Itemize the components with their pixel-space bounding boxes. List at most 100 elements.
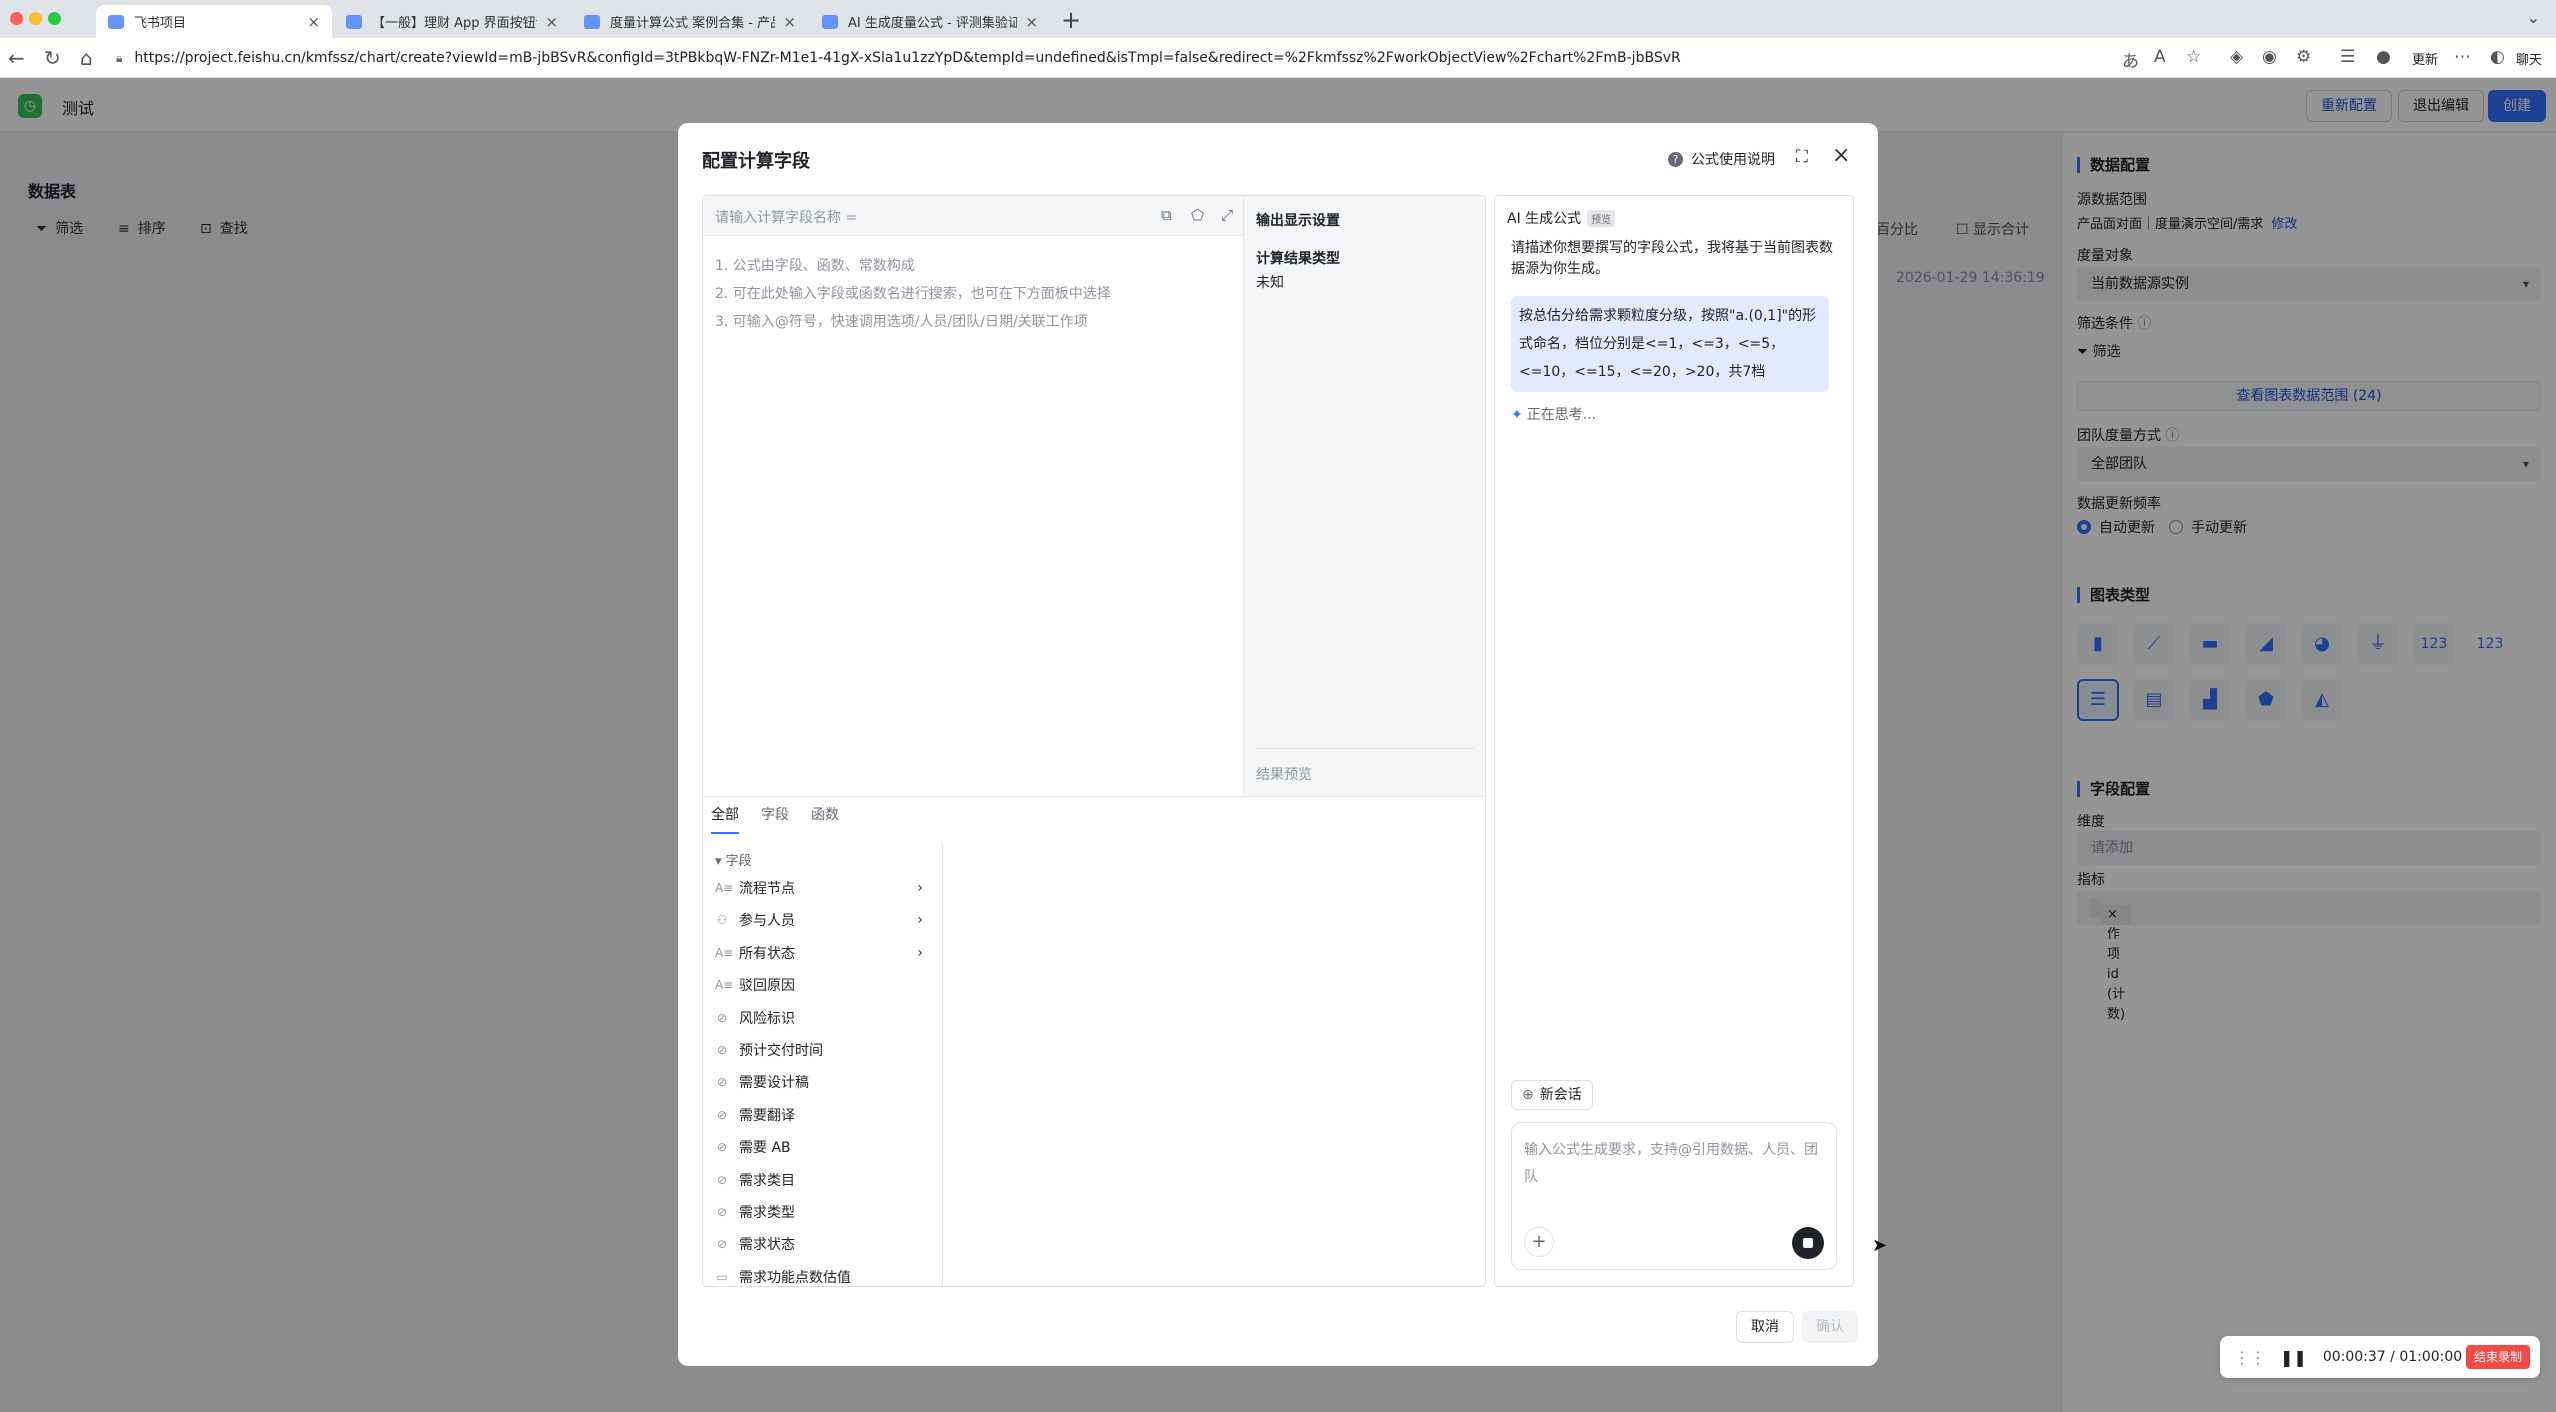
field-name-input[interactable]: 请输入计算字段名称 = — [715, 207, 857, 227]
option-field-icon: ⊘ — [716, 1075, 728, 1090]
field-list-item[interactable]: ⊘ 需要设计稿 — [715, 1066, 935, 1098]
browser-tab[interactable]: 飞书项目 × — [96, 5, 332, 38]
field-list-item[interactable]: A≡ 所有状态 › — [715, 937, 935, 969]
field-list-item[interactable]: ⊘ 风险标识 — [715, 1002, 935, 1034]
chat-button[interactable]: 聊天 — [2516, 49, 2542, 68]
result-type-value: 未知 — [1256, 275, 1284, 291]
copilot-icon[interactable]: ◐ — [2490, 47, 2505, 67]
formula-help-link[interactable]: ? 公式使用说明 — [1668, 149, 1775, 169]
field-list-item[interactable]: A≡ 驳回原因 — [715, 969, 935, 1001]
pause-icon[interactable]: ❚❚ — [2280, 1348, 2307, 1367]
field-label: 需求功能点数估值 — [739, 1269, 851, 1286]
stop-icon — [1803, 1238, 1813, 1248]
back-icon[interactable]: ← — [8, 46, 25, 70]
calculated-field-dialog: 配置计算字段 ? 公式使用说明 ⛶ × 请输入计算字段名称 = ⧉ ⬠ ⤢ 1. … — [678, 123, 1878, 1366]
field-list-item[interactable]: ⊘ 需求类目 — [715, 1164, 935, 1196]
more-icon[interactable]: ⋯ — [2454, 47, 2471, 67]
new-chat-button[interactable]: ⊕ 新会话 — [1511, 1080, 1593, 1110]
url-field[interactable]: 🔒︎ https://project.feishu.cn/kmfssz/char… — [116, 44, 2116, 72]
lock-icon: 🔒︎ — [116, 50, 123, 65]
tab-close-icon[interactable]: × — [307, 13, 320, 31]
ai-prompt-placeholder: 输入公式生成要求，支持@引用数据、人员、团队 — [1524, 1142, 1818, 1185]
add-icon[interactable]: + — [1524, 1227, 1554, 1257]
text-field-icon: A≡ — [715, 945, 734, 960]
reload-icon[interactable]: ↻ — [44, 46, 61, 70]
chevron-right-icon[interactable]: › — [917, 912, 923, 928]
cancel-button[interactable]: 取消 — [1736, 1311, 1794, 1343]
extension-icon[interactable]: ◈ — [2230, 47, 2243, 67]
user-message-bubble: 按总估分给需求颗粒度分级，按照"a.(0,1]"的形式命名，档位分别是<=1，<… — [1511, 296, 1829, 392]
chevron-right-icon[interactable]: › — [917, 945, 923, 961]
tab-all[interactable]: 全部 — [711, 804, 739, 834]
field-label: 需求类目 — [739, 1172, 795, 1189]
tab-functions[interactable]: 函数 — [811, 804, 839, 834]
star-icon[interactable]: ☆ — [2186, 47, 2201, 67]
field-list-item[interactable]: ⊘ 需求类型 — [715, 1196, 935, 1228]
number-field-icon: ▭ — [716, 1269, 728, 1284]
dialog-title: 配置计算字段 — [702, 151, 810, 172]
preview-badge: 预览 — [1587, 209, 1616, 227]
window-minimize-button[interactable] — [29, 12, 42, 25]
stop-recording-button[interactable]: 结束录制 — [2465, 1345, 2530, 1369]
chevron-right-icon[interactable]: › — [917, 880, 923, 896]
tab-fields[interactable]: 字段 — [761, 804, 789, 834]
formula-help-label: 公式使用说明 — [1691, 152, 1775, 168]
mouse-cursor-icon: ➤ — [1872, 1235, 1888, 1256]
divider — [1256, 748, 1474, 749]
field-group-header[interactable]: ▾ 字段 — [715, 850, 752, 869]
extension-icon[interactable]: ◉ — [2262, 47, 2277, 67]
translate-icon[interactable]: あ — [2122, 47, 2139, 72]
field-list-item[interactable]: ⊘ 需求状态 — [715, 1228, 935, 1260]
update-button[interactable]: 更新 — [2412, 49, 2438, 68]
home-icon[interactable]: ⌂ — [80, 46, 93, 70]
output-settings-panel: 输出显示设置 计算结果类型 未知 结果预览 — [1243, 196, 1485, 796]
formula-editor: 请输入计算字段名称 = ⧉ ⬠ ⤢ 1. 公式由字段、函数、常数构成 2. 可在… — [702, 195, 1486, 1287]
url-text: https://project.feishu.cn/kmfssz/chart/c… — [134, 50, 1681, 66]
format-icon[interactable]: ⬠ — [1191, 206, 1204, 224]
hint-line: 1. 公式由字段、函数、常数构成 — [715, 258, 915, 274]
window-zoom-button[interactable] — [48, 12, 61, 25]
confirm-button[interactable]: 确认 — [1802, 1311, 1858, 1343]
field-list-item[interactable]: ⊘ 需要 AB — [715, 1131, 935, 1163]
option-field-icon: ⊘ — [716, 1010, 728, 1025]
tab-close-icon[interactable]: × — [1025, 13, 1038, 31]
read-aloud-icon[interactable]: A — [2154, 47, 2166, 67]
doc-icon — [346, 14, 362, 29]
profile-avatar-icon[interactable]: ● — [2376, 47, 2391, 67]
fullscreen-icon[interactable]: ⛶ — [1796, 147, 1808, 167]
field-label: 预计交付时间 — [739, 1043, 823, 1059]
field-list-item[interactable]: ⊘ 需要翻译 — [715, 1099, 935, 1131]
browser-tab[interactable]: 【一般】理财 App 界面按钮调整 × — [334, 5, 570, 38]
browser-tab[interactable]: 度量计算公式 案例合集 - 产品手册 × — [572, 5, 808, 38]
result-preview-label: 结果预览 — [1256, 767, 1312, 783]
tab-close-icon[interactable]: × — [783, 13, 796, 31]
chevron-down-icon[interactable]: ⌄ — [2527, 8, 2540, 27]
stop-generation-button[interactable] — [1792, 1227, 1824, 1259]
formula-input-area[interactable]: 1. 公式由字段、函数、常数构成 2. 可在此处输入字段或函数名进行搜索，也可在… — [715, 252, 1111, 336]
drag-handle-icon[interactable]: ⋮⋮ — [2234, 1348, 2266, 1367]
field-label: 参与人员 — [739, 913, 795, 930]
option-field-icon: ⊘ — [716, 1107, 728, 1122]
field-list-item[interactable]: ▭ 需求功能点数估值 — [715, 1261, 935, 1286]
extension-icon[interactable]: ⚙ — [2296, 47, 2311, 67]
field-label: 需要翻译 — [739, 1107, 795, 1124]
ai-prompt-input[interactable]: 输入公式生成要求，支持@引用数据、人员、团队 + — [1511, 1122, 1837, 1270]
field-list-item[interactable]: ⚇ 参与人员 › — [715, 904, 935, 936]
new-tab-icon[interactable]: + — [1061, 6, 1081, 34]
copy-icon[interactable]: ⧉ — [1161, 206, 1172, 224]
field-label: 需求类型 — [739, 1205, 795, 1221]
field-list-item[interactable]: ⊘ 预计交付时间 — [715, 1034, 935, 1066]
hint-line: 3. 可输入@符号，快速调用选项/人员/团队/日期/关联工作项 — [715, 314, 1088, 330]
field-list-item[interactable]: A≡ 流程节点 › — [715, 872, 935, 904]
tab-close-icon[interactable]: × — [545, 13, 558, 31]
window-close-button[interactable] — [10, 12, 23, 25]
output-settings-title: 输出显示设置 — [1256, 213, 1340, 229]
tab-title: AI 生成度量公式 - 评测集验证（1） — [848, 16, 1018, 31]
favorites-icon[interactable]: ☰ — [2340, 47, 2355, 67]
expand-icon[interactable]: ⤢ — [1221, 206, 1233, 224]
hint-line: 2. 可在此处输入字段或函数名进行搜索，也可在下方面板中选择 — [715, 286, 1111, 302]
field-label: 需要 AB — [739, 1140, 791, 1157]
close-icon[interactable]: × — [1832, 143, 1850, 168]
tab-title: 度量计算公式 案例合集 - 产品手册 — [610, 16, 775, 31]
browser-tab[interactable]: AI 生成度量公式 - 评测集验证（1） × — [810, 5, 1050, 38]
